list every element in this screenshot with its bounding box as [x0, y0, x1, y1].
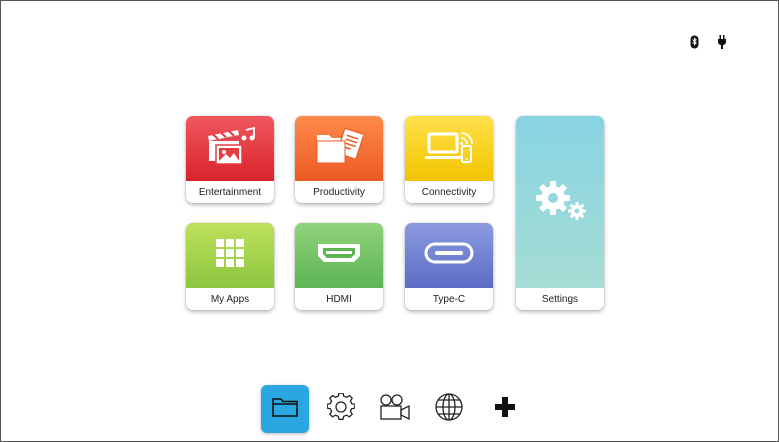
media-icon [204, 126, 256, 171]
tile-typec-label: Type-C [405, 288, 493, 310]
plus-icon [494, 396, 516, 423]
tile-myapps[interactable]: My Apps [186, 223, 274, 310]
dock-browser-button[interactable] [425, 385, 473, 433]
tile-typec-face [405, 223, 493, 288]
dock-add-button[interactable] [481, 385, 529, 433]
tile-hdmi[interactable]: HDMI [295, 223, 383, 310]
bottom-dock [261, 385, 521, 435]
gears-icon [531, 178, 589, 227]
tile-entertainment[interactable]: Entertainment [186, 116, 274, 203]
dock-camera-button[interactable] [371, 385, 419, 433]
tile-settings-label: Settings [516, 288, 604, 310]
bluetooth-icon [690, 35, 699, 49]
app-grid-icon [216, 239, 244, 272]
tile-typec[interactable]: Type-C [405, 223, 493, 310]
tile-settings-face [516, 116, 604, 288]
screen-frame: Entertainment Productivity Connectivity … [0, 0, 779, 442]
tile-settings[interactable]: Settings [516, 116, 604, 310]
folder-document-icon [315, 127, 365, 170]
folder-icon [271, 395, 299, 424]
tile-productivity[interactable]: Productivity [295, 116, 383, 203]
tile-connectivity-face [405, 116, 493, 181]
tile-connectivity[interactable]: Connectivity [405, 116, 493, 203]
globe-icon [434, 392, 464, 427]
dock-folder-button[interactable] [261, 385, 309, 433]
laptop-wireless-icon [423, 126, 475, 171]
tile-entertainment-label: Entertainment [186, 181, 274, 203]
tile-hdmi-face [295, 223, 383, 288]
tile-entertainment-face [186, 116, 274, 181]
gear-icon [326, 391, 356, 426]
power-plug-icon [717, 35, 727, 49]
video-camera-icon [377, 393, 413, 426]
tile-myapps-label: My Apps [186, 288, 274, 310]
tile-myapps-face [186, 223, 274, 288]
status-bar [690, 35, 727, 49]
tile-connectivity-label: Connectivity [405, 181, 493, 203]
dock-settings-button[interactable] [317, 385, 365, 433]
tile-hdmi-label: HDMI [295, 288, 383, 310]
tile-productivity-face [295, 116, 383, 181]
hdmi-port-icon [316, 242, 362, 269]
tile-productivity-label: Productivity [295, 181, 383, 203]
type-c-port-icon [424, 242, 474, 269]
